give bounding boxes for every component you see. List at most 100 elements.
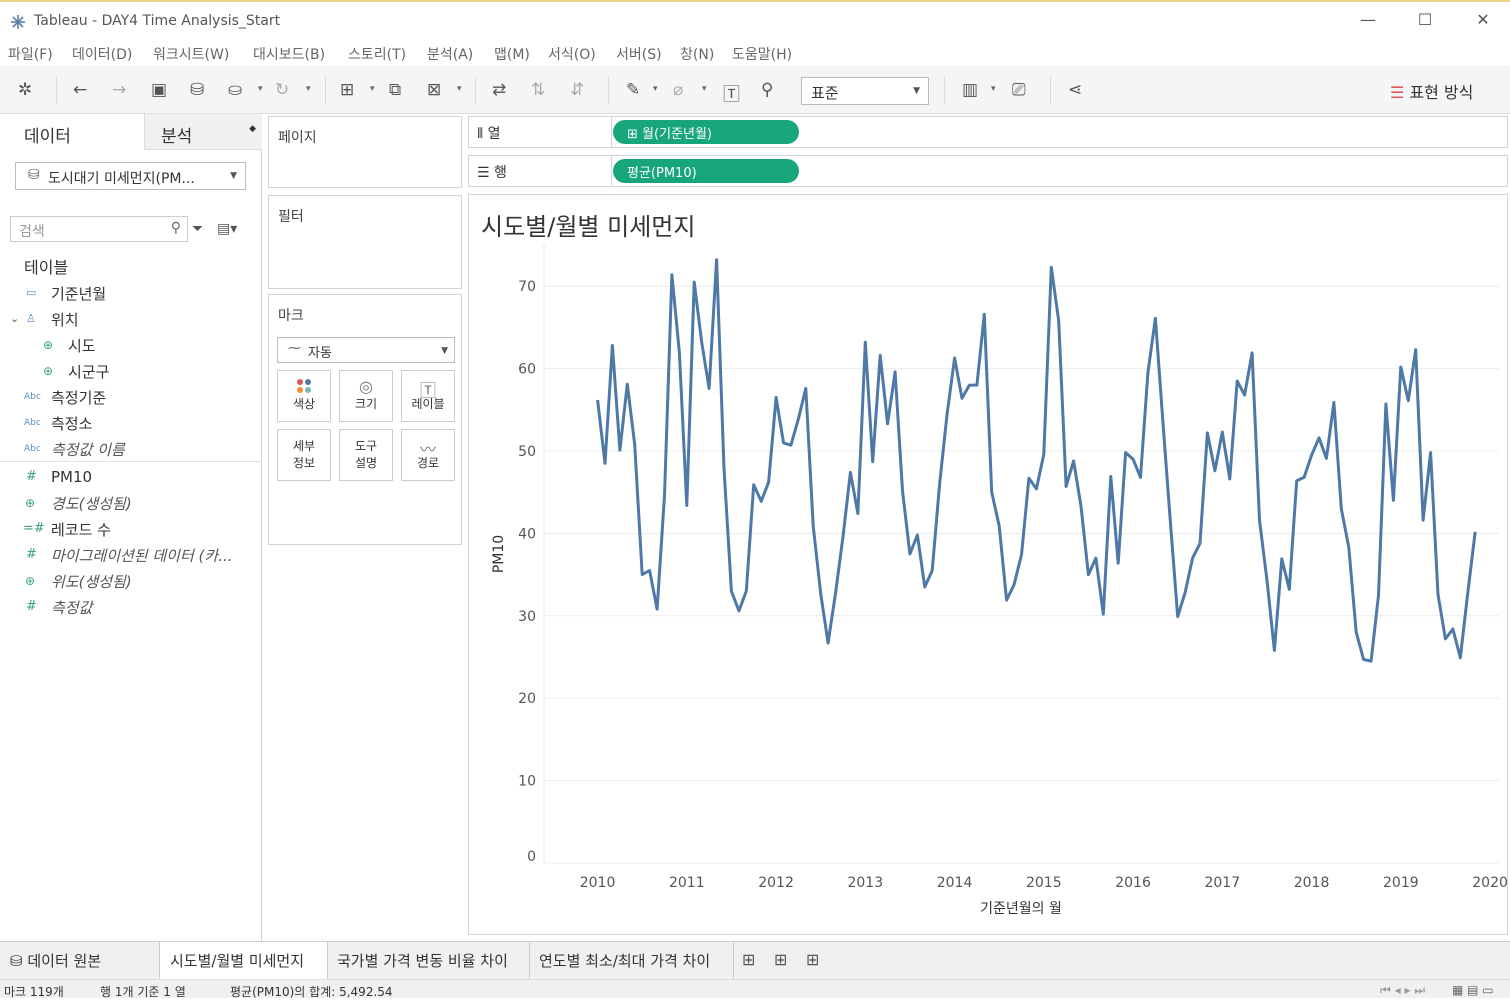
save-icon[interactable]: ▣ (151, 80, 167, 100)
detail-button[interactable]: 세부 정보 (277, 429, 331, 481)
pin-icon[interactable]: ⚲ (761, 80, 773, 100)
field-item[interactable]: 경도(생성됨) (51, 493, 132, 514)
y-tick-label: 50 (518, 444, 536, 460)
duplicate-sheet-icon[interactable]: ⧉ (389, 80, 401, 100)
share-icon[interactable]: ⋖ (1068, 80, 1082, 100)
y-tick-label: 40 (518, 526, 536, 542)
label-button[interactable]: 🅃 레이블 (401, 370, 455, 422)
presentation-icon[interactable]: ⎚ (1012, 80, 1026, 100)
menu-file[interactable]: 파일(F) (8, 44, 53, 64)
fit-select[interactable]: 표준 ▼ (801, 77, 929, 105)
color-button[interactable]: 색상 (277, 370, 331, 422)
new-story-icon[interactable]: ⊞ (806, 950, 819, 969)
globe-icon: ⊕ (43, 338, 54, 352)
maximize-button[interactable]: ☐ (1405, 10, 1445, 29)
menu-data[interactable]: 데이터(D) (72, 44, 132, 64)
field-item[interactable]: 레코드 수 (51, 519, 111, 540)
pause-updates-icon[interactable]: ⛀ (228, 80, 242, 100)
view-options-icon[interactable]: ▤▾ (217, 221, 237, 237)
columns-pill[interactable]: ⊞ 월(기준년월) (613, 120, 799, 144)
x-tick-label: 2015 (1026, 875, 1062, 891)
x-tick-label: 2013 (847, 875, 883, 891)
calculated-measure-icon: =# (23, 521, 45, 536)
y-tick-label: 0 (527, 849, 536, 865)
menu-dashboard[interactable]: 대시보드(B) (253, 44, 325, 64)
line-chart[interactable]: 0 10 20 30 40 50 60 70 2010 2011 2012 2013 2014 2015… (469, 195, 1509, 936)
menu-worksheet[interactable]: 워크시트(W) (153, 44, 229, 64)
show-me-button[interactable]: ☰ 표현 방식 (1390, 79, 1473, 103)
sort-ascending-icon[interactable]: ⇅ (531, 80, 545, 100)
field-item[interactable]: 시군구 (68, 361, 109, 382)
calendar-icon: ▭ (26, 286, 37, 299)
field-item[interactable]: 측정소 (51, 413, 92, 434)
close-button[interactable]: ✕ (1463, 10, 1503, 29)
show-cards-icon[interactable]: ▥ (962, 80, 978, 100)
menu-server[interactable]: 서버(S) (616, 44, 662, 64)
field-item[interactable]: 측정기준 (51, 387, 106, 408)
chevron-down-icon: ▼ (913, 86, 920, 96)
columns-shelf[interactable]: ⦀ 열 ⊞ 월(기준년월) (468, 116, 1508, 148)
field-item[interactable]: 측정값 (51, 597, 92, 618)
new-worksheet-icon[interactable]: ⊞ (340, 80, 354, 100)
search-icon: ⚲ (170, 220, 181, 236)
x-tick-label: 2017 (1204, 875, 1240, 891)
tab-sheet[interactable]: 시도별/월별 미세먼지 (160, 942, 328, 979)
menu-format[interactable]: 서식(O) (548, 44, 596, 64)
new-datasource-icon[interactable]: ⛁ (190, 80, 204, 100)
menu-story[interactable]: 스토리(T) (348, 44, 406, 64)
field-item[interactable]: 기준년월 (51, 283, 106, 304)
field-item[interactable]: 위도(생성됨) (51, 571, 132, 592)
clear-sheet-icon[interactable]: ⊠ (427, 80, 441, 100)
filter-icon[interactable]: ⏷ (192, 221, 203, 237)
field-item[interactable]: 위치 (51, 309, 79, 330)
menu-analysis[interactable]: 분석(A) (427, 44, 473, 64)
field-item[interactable]: 측정값 이름 (51, 439, 125, 460)
menu-window[interactable]: 창(N) (680, 44, 714, 64)
tab-datasource[interactable]: ⛁ 데이터 원본 (0, 942, 160, 979)
y-tick-label: 20 (518, 691, 536, 707)
rows-shelf[interactable]: ☰ 행 평균(PM10) (468, 155, 1508, 187)
y-tick-label: 70 (518, 279, 536, 295)
line-mark-icon: ⁓ (288, 341, 301, 356)
datasource-icon: ⛁ (10, 952, 23, 970)
status-sum: 평균(PM10)의 합계: 5,492.54 (230, 985, 393, 999)
size-button[interactable]: ◎ 크기 (339, 370, 393, 422)
series-line[interactable] (596, 258, 1477, 663)
highlight-icon[interactable]: ✎ (626, 80, 640, 100)
refresh-icon[interactable]: ↻ (275, 80, 289, 100)
tableau-logo-icon (10, 14, 26, 34)
new-dashboard-icon[interactable]: ⊞ (774, 950, 787, 969)
tab-sheet[interactable]: 국가별 가격 변동 비율 차이 (328, 942, 530, 979)
undo-icon[interactable]: ← (73, 80, 87, 100)
status-bar: 마크 119개 행 1개 기준 1 열 평균(PM10)의 합계: 5,492.… (0, 979, 1510, 999)
sort-descending-icon[interactable]: ⇵ (570, 80, 584, 100)
tab-analysis[interactable]: 분석 ◆ (144, 114, 262, 150)
tableau-home-icon[interactable]: ✲ (18, 80, 32, 100)
new-worksheet-icon[interactable]: ⊞ (742, 950, 755, 969)
tab-data[interactable]: 데이터 (0, 114, 144, 150)
labels-icon[interactable]: 🅃 (723, 80, 740, 105)
filters-card[interactable]: 필터 (268, 195, 462, 289)
rows-pill[interactable]: 평균(PM10) (613, 159, 799, 183)
sheet-navigation-icon[interactable]: ⏮ ◂ ▸ ⏭ (1380, 983, 1425, 998)
field-item[interactable]: PM10 (51, 468, 92, 486)
tab-sheet[interactable]: 연도별 최소/최대 가격 차이 (530, 942, 734, 979)
pages-card[interactable]: 페이지 (268, 116, 462, 188)
swap-icon[interactable]: ⇄ (492, 80, 506, 100)
sheet-sorter-icon[interactable]: ▦ ▤ ▭ (1452, 983, 1494, 997)
minimize-button[interactable]: — (1348, 10, 1388, 29)
redo-icon[interactable]: → (112, 80, 126, 100)
group-icon[interactable]: ⌀ (673, 80, 683, 100)
tooltip-button[interactable]: 도구 설명 (339, 429, 393, 481)
mark-type-select[interactable]: ⁓ 자동 ▼ (277, 337, 455, 363)
datasource-select[interactable]: ⛁ 도시대기 미세먼지(PM... ▼ (15, 162, 246, 190)
field-item[interactable]: 시도 (68, 335, 96, 356)
size-icon: ◎ (359, 377, 373, 396)
show-me-icon: ☰ (1390, 83, 1405, 102)
path-button[interactable]: 〰 경로 (401, 429, 455, 481)
menu-map[interactable]: 맵(M) (494, 44, 530, 64)
field-item[interactable]: 마이그레이션된 데이터 (카... (51, 545, 233, 566)
chevron-down-icon[interactable]: ⌄ (10, 312, 19, 325)
menu-help[interactable]: 도움말(H) (732, 44, 792, 64)
search-input[interactable]: 검색 ⚲ (10, 216, 188, 242)
